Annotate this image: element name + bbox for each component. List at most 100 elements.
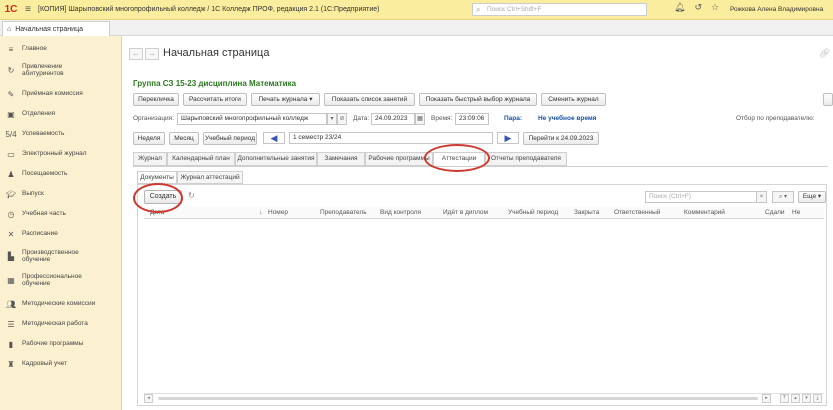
col-control-type[interactable]: Вид контроля [380, 209, 421, 216]
teacher-filter-label: Отбор по преподавателю: [736, 115, 815, 122]
calendar-icon[interactable]: ▦ [415, 113, 425, 125]
sidebar-item-departments[interactable]: ▣ Отделения [0, 107, 122, 121]
user-name[interactable]: Рожкова Алена Владимировна [730, 6, 823, 13]
col-closed[interactable]: Закрыта [574, 209, 599, 216]
prev-period-button[interactable]: ◀ [263, 132, 285, 144]
tab-extra-lessons[interactable]: Дополнительные занятия [235, 152, 317, 166]
sidebar-item-graduation[interactable]: 🎓︎ Выпуск [0, 187, 122, 201]
scroll-right-icon[interactable]: ▸ [762, 394, 771, 403]
back-button[interactable]: ← [129, 48, 143, 60]
para-label: Пара: [504, 115, 523, 122]
sidebar-item-admission[interactable]: ✎ Приёмная комиссия [0, 87, 122, 101]
sidebar-item-attendance[interactable]: ♟ Посещаемость [0, 167, 122, 181]
tab-journal[interactable]: Журнал [133, 152, 167, 166]
col-study-period[interactable]: Учебный период [508, 209, 558, 216]
col-number[interactable]: Номер [268, 209, 288, 216]
1c-logo-icon[interactable]: 1С [0, 0, 22, 20]
sidebar-item-hr[interactable]: ♜ Кадровый учет [0, 357, 122, 371]
search-options-button[interactable]: ⌕ ▾ [772, 191, 794, 203]
triangle-right-icon: ▶ [504, 133, 512, 143]
horizontal-scrollbar[interactable]: ◂ ▸ ⤒ ▴ ▾ ⤓ [144, 393, 824, 403]
scroll-left-icon[interactable]: ◂ [144, 394, 153, 403]
period-field[interactable]: 1 семестр 23/24 [289, 132, 493, 144]
scroll-down-icon[interactable]: ▾ [802, 394, 811, 403]
sidebar-item-method-work[interactable]: ☰ Методическая работа [0, 317, 122, 331]
study-period-button[interactable]: Учебный период [203, 132, 257, 145]
para-value: Не учебное время [538, 115, 597, 122]
show-lessons-button[interactable]: Показать список занятий [324, 93, 415, 106]
menu-icon: ≡ [8, 44, 14, 54]
global-search-input[interactable]: ⌕ Поиск Ctrl+Shift+F [472, 3, 647, 16]
print-journal-button[interactable]: Печать журнала ▾ [251, 93, 320, 106]
date-field[interactable]: 24.09.2023 [371, 113, 415, 125]
col-teacher[interactable]: Преподаватель [320, 209, 367, 216]
app-title: [КОПИЯ] Шарыповский многопрофильный колл… [38, 6, 380, 13]
col-passed[interactable]: Сдали [765, 209, 785, 216]
col-not-passed[interactable]: Не [792, 209, 800, 216]
department-icon: ▣ [7, 109, 15, 119]
col-responsible[interactable]: Ответственный [614, 209, 660, 216]
org-dropdown-button[interactable]: ▾ [327, 113, 337, 125]
highlight-create-button [133, 183, 183, 213]
sidebar-item-academic[interactable]: ◷ Учебная часть [0, 207, 122, 221]
sidebar-item-work-programs[interactable]: ▮ Рабочие программы [0, 337, 122, 351]
journal-icon: ▭ [7, 149, 15, 159]
bell-icon[interactable]: 🔔︎ [674, 2, 685, 13]
org-field[interactable]: Шарыповский многопрофильный колледж [177, 113, 327, 125]
people-icon: 👥︎ [5, 299, 17, 309]
col-diploma[interactable]: Идёт в диплом [443, 209, 488, 216]
scroll-up-icon[interactable]: ▴ [791, 394, 800, 403]
main-menu-icon[interactable]: ≡ [22, 0, 34, 20]
recruit-icon: ↻ [7, 65, 15, 75]
history-icon[interactable]: ↺ [694, 2, 702, 13]
tab-remarks[interactable]: Замечания [317, 152, 365, 166]
more-button[interactable]: Еще ▾ [798, 191, 826, 203]
refresh-icon[interactable]: ↻ [188, 191, 195, 200]
quick-journal-button[interactable]: Показать быстрый выбор журнала [419, 93, 537, 106]
main-content: ← → Начальная страница 🔗︎ Группа СЗ 15-2… [123, 36, 833, 410]
tab-home[interactable]: ⌂ Начальная страница [2, 21, 110, 36]
clock-icon: ◷ [7, 209, 15, 219]
window-tab-bar: ⌂ Начальная страница [0, 20, 833, 36]
star-icon[interactable]: ☆ [711, 2, 719, 13]
rollcall-button[interactable]: Перекличка [133, 93, 179, 106]
sidebar-item-industrial-training[interactable]: ▙ Производственное обучение [0, 246, 122, 266]
sidebar-item-e-journal[interactable]: ▭ Электронный журнал [0, 147, 122, 161]
schedule-icon: ✕ [7, 229, 15, 239]
scroll-bottom-icon[interactable]: ⤓ [813, 394, 822, 403]
scroll-top-icon[interactable]: ⤒ [780, 394, 789, 403]
goto-date-button[interactable]: Перейти к 24.09.2023 [523, 132, 599, 145]
org-open-icon[interactable]: ⊘ [337, 113, 347, 125]
sidebar-item-recruitment[interactable]: ↻ Привлечение абитуриентов [0, 60, 122, 80]
hr-icon: ♜ [7, 359, 15, 369]
link-icon[interactable]: 🔗︎ [819, 48, 830, 59]
next-period-button[interactable]: ▶ [497, 132, 519, 144]
sort-desc-icon: ↓ [259, 209, 263, 216]
change-journal-button[interactable]: Сменить журнал [541, 93, 606, 106]
factory-icon: ▙ [7, 251, 15, 261]
document-icon: ▮ [8, 339, 14, 349]
admission-icon: ✎ [7, 89, 15, 99]
extra-button[interactable] [823, 93, 833, 106]
sidebar-item-method-commissions[interactable]: 👥︎ Методические комиссии [0, 297, 122, 311]
tab-work-programs[interactable]: Рабочие программы [365, 152, 433, 166]
clear-search-icon[interactable]: × [756, 191, 767, 203]
sidebar-item-main[interactable]: ≡ Главное [0, 42, 122, 56]
sidebar-item-professional-training[interactable]: ▦ Профессиональное обучение [0, 270, 122, 290]
scroll-thumb[interactable] [158, 397, 758, 400]
calculate-totals-button[interactable]: Рассчитать итоги [183, 93, 247, 106]
forward-button[interactable]: → [145, 48, 159, 60]
week-button[interactable]: Неделя [133, 132, 165, 145]
grades-icon: 5/4 [5, 129, 17, 139]
time-field[interactable]: 23:09:06 [455, 113, 489, 125]
graduation-icon: 🎓︎ [5, 189, 17, 199]
tab-teacher-reports[interactable]: Отчеты преподавателя [485, 152, 567, 166]
col-comment[interactable]: Комментарий [684, 209, 725, 216]
month-button[interactable]: Месяц [169, 132, 199, 145]
attendance-icon: ♟ [7, 169, 15, 179]
sidebar-item-schedule[interactable]: ✕ Расписание [0, 227, 122, 241]
sidebar-item-grades[interactable]: 5/4 Успеваемость [0, 127, 122, 141]
tab-calendar-plan[interactable]: Календарный план [167, 152, 235, 166]
subtab-attestation-journal[interactable]: Журнал аттестаций [177, 171, 243, 184]
list-search-input[interactable]: Поиск (Ctrl+F) [645, 191, 757, 203]
